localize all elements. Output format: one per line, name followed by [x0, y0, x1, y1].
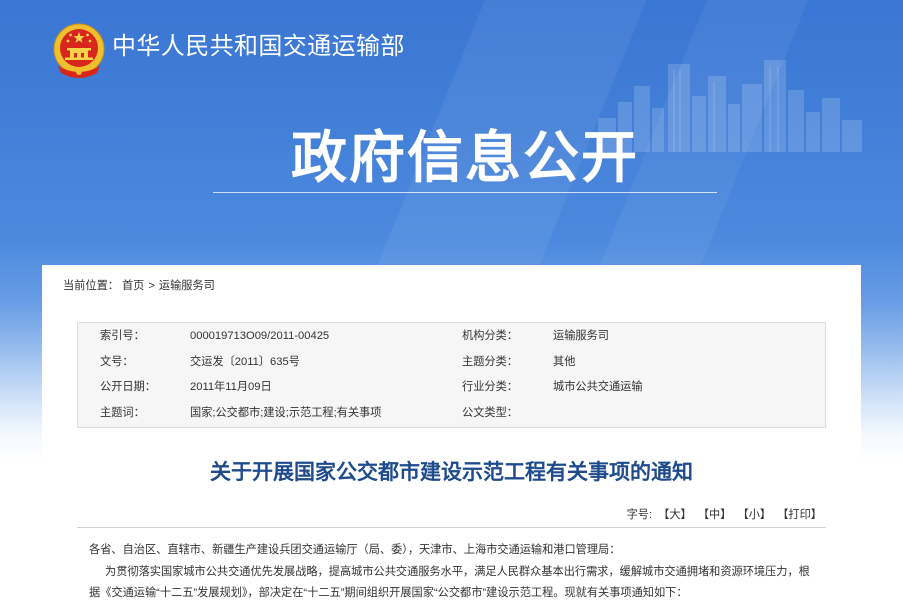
- industry-category-label: 行业分类：: [462, 381, 518, 393]
- industry-category-value: 城市公共交通运输: [553, 381, 643, 393]
- publish-date-value: 2011年11月09日: [190, 381, 272, 393]
- site-logo-link[interactable]: 中华人民共和国交通运输部: [52, 20, 412, 80]
- document-type-label: 公文类型：: [462, 406, 518, 419]
- content-divider: [77, 527, 826, 528]
- metadata-row: 文号： 交运发〔2011〕635号 主题分类： 其他: [78, 350, 825, 376]
- salutation-paragraph: 各省、自治区、直辖市、新疆生产建设兵团交通运输厅（局、委），天津市、上海市交通运…: [89, 544, 621, 556]
- font-size-label: 字号:: [626, 509, 653, 521]
- breadcrumb-home-link[interactable]: 首页: [122, 280, 144, 292]
- breadcrumb: 当前位置： 首页 > 运输服务司: [63, 279, 215, 293]
- ministry-name: 中华人民共和国交通运输部: [112, 33, 405, 60]
- topic-category-label: 主题分类：: [462, 355, 518, 368]
- section-title: 政府信息公开: [291, 126, 639, 189]
- metadata-row: 索引号： 000019713O09/2011-00425 机构分类： 运输服务司: [78, 324, 825, 350]
- metadata-row: 主题词： 国家;公交都市;建设;示范工程;有关事项 公文类型：: [78, 401, 825, 427]
- keywords-value: 国家;公交都市;建设;示范工程;有关事项: [190, 406, 382, 419]
- font-size-medium-button[interactable]: 【中】: [698, 509, 732, 521]
- index-number-label: 索引号：: [100, 330, 145, 342]
- publish-date-label: 公开日期：: [100, 381, 156, 393]
- topic-category-value: 其他: [553, 355, 576, 368]
- document-number-value: 交运发〔2011〕635号: [190, 355, 300, 368]
- font-size-large-button[interactable]: 【大】: [658, 509, 692, 521]
- breadcrumb-prefix: 当前位置：: [63, 280, 119, 292]
- breadcrumb-department-link[interactable]: 运输服务司: [159, 280, 215, 292]
- metadata-row: 公开日期： 2011年11月09日 行业分类： 城市公共交通运输: [78, 375, 825, 401]
- article-body: 各省、自治区、直辖市、新疆生产建设兵团交通运输厅（局、委），天津市、上海市交通运…: [89, 540, 819, 605]
- print-button[interactable]: 【打印】: [777, 509, 822, 521]
- breadcrumb-separator: >: [148, 280, 155, 292]
- font-size-toolbar: 字号: 【大】 【中】 【小】 【打印】: [627, 508, 822, 522]
- national-emblem-icon: [52, 22, 106, 80]
- organization-category-value: 运输服务司: [553, 330, 609, 342]
- keywords-label: 主题词：: [100, 406, 145, 419]
- title-divider: [213, 192, 717, 193]
- index-number-value: 000019713O09/2011-00425: [190, 330, 330, 342]
- font-size-small-button[interactable]: 【小】: [738, 509, 772, 521]
- article-title: 关于开展国家公交都市建设示范工程有关事项的通知: [210, 461, 693, 484]
- content-panel: 当前位置： 首页 > 运输服务司 索引号： 000019713O09/2011-004…: [42, 265, 861, 610]
- metadata-table: 索引号： 000019713O09/2011-00425 机构分类： 运输服务司…: [77, 322, 826, 428]
- organization-category-label: 机构分类：: [462, 330, 518, 342]
- document-number-label: 文号：: [100, 355, 134, 368]
- body-paragraph: 为贯彻落实国家城市公共交通优先发展战略，提高城市公共交通服务水平，满足人民群众基…: [89, 565, 810, 600]
- site-header: 中华人民共和国交通运输部 政府信息公开: [0, 0, 903, 265]
- page: 中华人民共和国交通运输部 政府信息公开 当前位置： 首页 > 运输服务司 索引号…: [0, 0, 903, 610]
